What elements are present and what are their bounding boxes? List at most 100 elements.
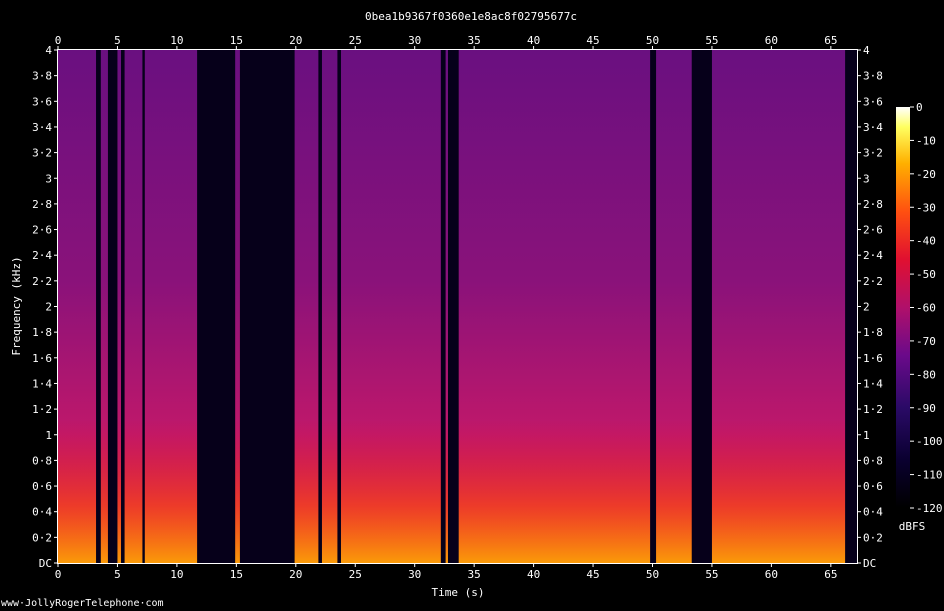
x-tick-label: 15	[230, 568, 243, 581]
y-tick-label: 3	[45, 172, 52, 185]
colorbar-tick-label: -10	[916, 134, 936, 147]
colorbar-gradient	[896, 107, 910, 508]
x-tick-label: 65	[824, 568, 837, 581]
y-tick-label-right: 3	[863, 172, 870, 185]
x-tick-label-top: 40	[527, 34, 540, 47]
silent-interval	[142, 50, 145, 563]
chart-title: 0bea1b9367f0360e1e8ac8f02795677c	[365, 10, 577, 23]
x-tick-label: 10	[170, 568, 183, 581]
x-tick-label: 20	[289, 568, 302, 581]
colorbar-tick-label: -40	[916, 235, 936, 248]
y-tick-label: 0·2	[32, 531, 52, 544]
silent-interval	[845, 50, 857, 563]
y-tick-label: 3·6	[32, 95, 52, 108]
y-axis-label: Frequency (kHz)	[10, 256, 23, 355]
y-tick-label: 1·8	[32, 326, 52, 339]
y-tick-label-right: 3·6	[863, 95, 883, 108]
x-tick-label-top: 20	[289, 34, 302, 47]
y-tick-label: 0·8	[32, 454, 52, 467]
y-tick-label-right: 3·8	[863, 70, 883, 83]
y-tick-label: 3·2	[32, 147, 52, 160]
colorbar-tick-label: -60	[916, 302, 936, 315]
colorbar-label: dBFS	[899, 520, 926, 533]
x-tick-label: 40	[527, 568, 540, 581]
y-tick-label: DC	[39, 557, 52, 570]
x-tick-label-top: 65	[824, 34, 837, 47]
x-tick-label-top: 10	[170, 34, 183, 47]
colorbar-ticks: 0 -10 -20 -30 -40 -50 -60 -70 -80 -90 -100 -110 -120	[910, 101, 943, 515]
y-tick-label: 0·4	[32, 506, 52, 519]
y-tick-label: 2·6	[32, 224, 52, 237]
y-tick-label: 1·6	[32, 352, 52, 365]
colorbar-tick-label: -110	[916, 469, 943, 482]
x-tick-label-top: 30	[408, 34, 421, 47]
x-tick-label: 30	[408, 568, 421, 581]
colorbar-tick-label: 0	[916, 101, 923, 114]
silent-interval	[121, 50, 125, 563]
silent-interval	[650, 50, 657, 563]
y-tick-label-right: 0·2	[863, 531, 883, 544]
silent-interval	[96, 50, 101, 563]
y-tick-label: 0·6	[32, 480, 52, 493]
y-tick-label: 1	[45, 429, 52, 442]
y-tick-label-right: 1·2	[863, 403, 883, 416]
x-tick-label: 25	[349, 568, 362, 581]
y-tick-label: 3·4	[32, 121, 52, 134]
y-tick-label: 2·2	[32, 275, 52, 288]
x-tick-label: 35	[468, 568, 481, 581]
colorbar-tick-label: -50	[916, 268, 936, 281]
silent-interval	[447, 50, 459, 563]
x-axis-label: Time (s)	[432, 586, 485, 599]
y-tick-label-right: 2	[863, 301, 870, 314]
colorbar-tick-label: -80	[916, 368, 936, 381]
y-tick-label: 1·4	[32, 377, 52, 390]
y-tick-label: 2·4	[32, 249, 52, 262]
y-tick-label: 1·2	[32, 403, 52, 416]
x-tick-label-top: 5	[114, 34, 121, 47]
x-tick-label-top: 55	[705, 34, 718, 47]
colorbar-tick-label: -120	[916, 502, 943, 515]
y-tick-label-right: 2·6	[863, 224, 883, 237]
y-tick-label-right: 1·8	[863, 326, 883, 339]
colorbar-tick-label: -100	[916, 435, 943, 448]
y-tick-label-right: 1·6	[863, 352, 883, 365]
y-tick-label-right: 0·8	[863, 454, 883, 467]
colorbar-tick-label: -30	[916, 201, 936, 214]
x-tick-label-top: 35	[468, 34, 481, 47]
y-tick-label-right: 3·2	[863, 147, 883, 160]
y-tick-label-right: 2·8	[863, 198, 883, 211]
y-tick-label-right: 1	[863, 429, 870, 442]
y-tick-label: 2·8	[32, 198, 52, 211]
silent-interval	[318, 50, 322, 563]
colorbar: 0 -10 -20 -30 -40 -50 -60 -70 -80 -90 -100 -110 -120…	[896, 101, 943, 533]
silent-interval	[107, 50, 118, 563]
x-tick-label: 50	[646, 568, 659, 581]
footer-credit: www·JollyRogerTelephone·com	[1, 598, 164, 609]
x-tick-label: 0	[55, 568, 62, 581]
x-tick-label: 5	[114, 568, 121, 581]
x-tick-label: 45	[586, 568, 599, 581]
silent-interval	[440, 50, 446, 563]
y-tick-label: 2	[45, 301, 52, 314]
x-tick-label-top: 60	[765, 34, 778, 47]
colorbar-tick-label: -20	[916, 168, 936, 181]
y-tick-label-right: 0·6	[863, 480, 883, 493]
colorbar-tick-label: -70	[916, 335, 936, 348]
y-tick-label-right: 3·4	[863, 121, 883, 134]
y-tick-label-right: 4	[863, 44, 870, 57]
y-tick-label-right: 2·2	[863, 275, 883, 288]
y-tick-label: 4	[45, 44, 52, 57]
silent-interval	[337, 50, 341, 563]
x-tick-label: 55	[705, 568, 718, 581]
spectrogram-chart: 0bea1b9367f0360e1e8ac8f02795677c 0055101…	[10, 10, 943, 599]
y-tick-label-right: 0·4	[863, 506, 883, 519]
colorbar-tick-label: -90	[916, 402, 936, 415]
x-tick-label-top: 0	[55, 34, 62, 47]
x-tick-label: 60	[765, 568, 778, 581]
y-tick-label-right: 2·4	[863, 249, 883, 262]
plot-area	[58, 50, 857, 563]
x-tick-label-top: 25	[349, 34, 362, 47]
silent-interval	[691, 50, 712, 563]
x-tick-label-top: 45	[586, 34, 599, 47]
y-tick-label-right: 1·4	[863, 377, 883, 390]
